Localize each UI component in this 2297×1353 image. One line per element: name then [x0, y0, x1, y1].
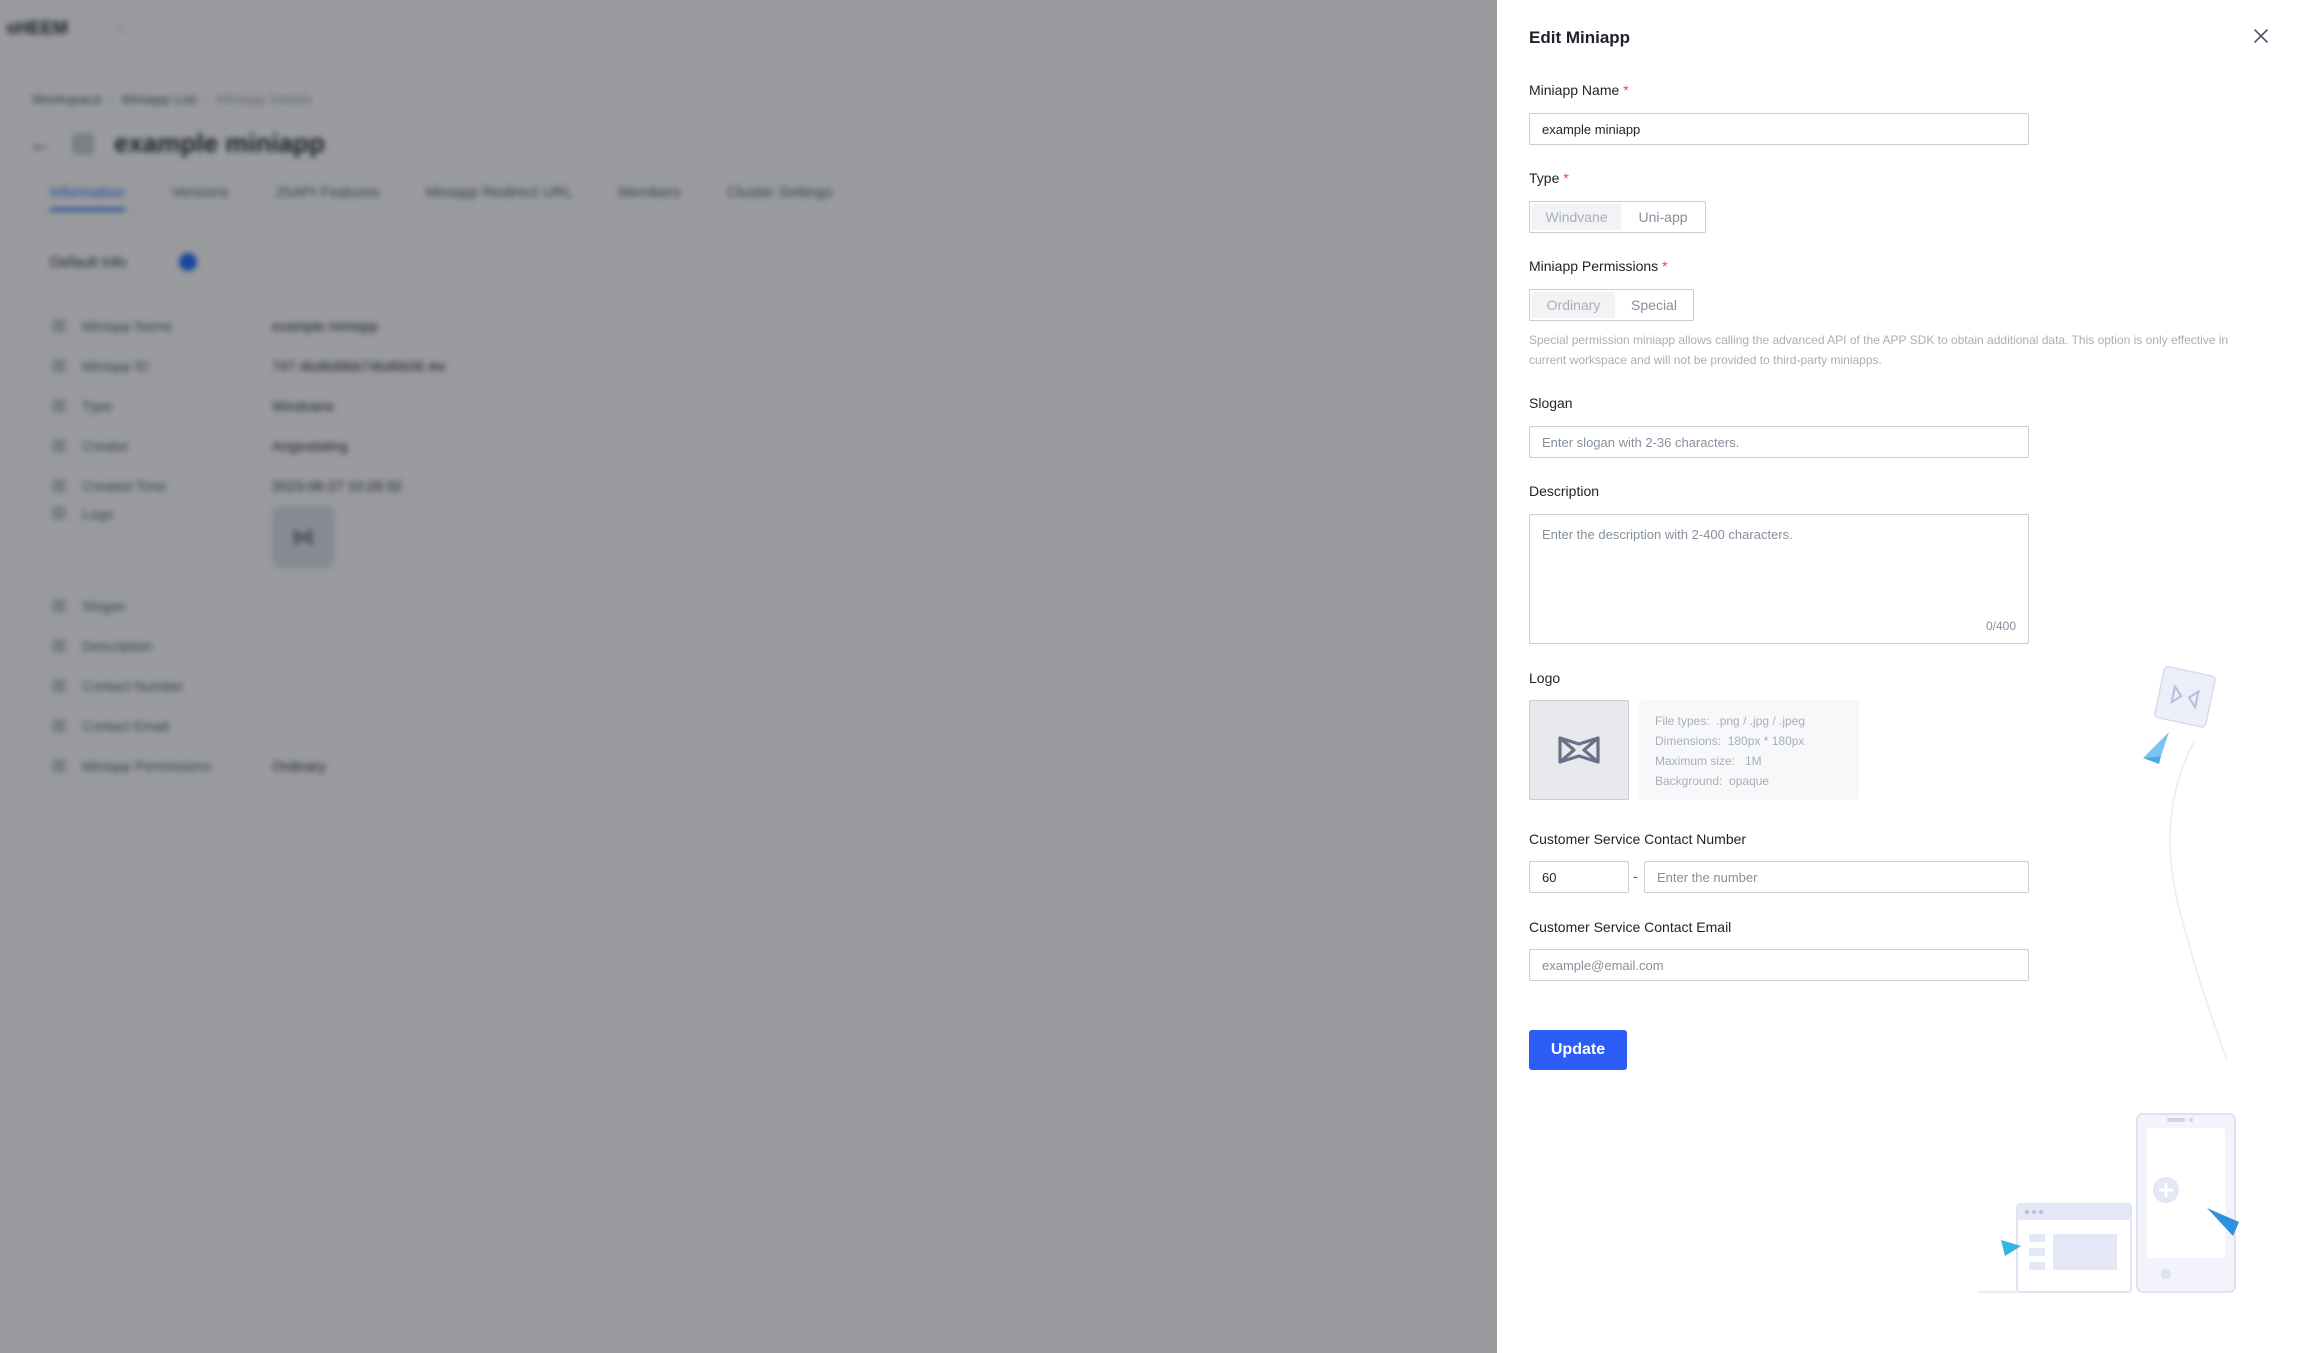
logo-requirements: File types: .png / .jpg / .jpeg Dimensio… [1639, 700, 1859, 800]
label-text: Miniapp Name [1529, 82, 1620, 98]
required-mark: * [1662, 258, 1668, 274]
paper-plane-illustration-icon [2143, 665, 2228, 1060]
required-mark: * [1623, 82, 1629, 98]
label-text: Miniapp Permissions [1529, 258, 1659, 274]
logo-tip: Dimensions: 180px * 180px [1655, 734, 1805, 748]
slogan-label: Slogan [1529, 395, 1573, 411]
edit-miniapp-drawer: Edit Miniapp Miniapp Name* Type* Windvan… [1497, 0, 2297, 1353]
logo-label: Logo [1529, 670, 1561, 686]
required-mark: * [1563, 170, 1569, 186]
type-option-windvane[interactable]: Windvane [1532, 204, 1621, 230]
permission-option-special[interactable]: Special [1617, 292, 1691, 318]
permissions-label: Miniapp Permissions * [1529, 258, 1668, 274]
miniapp-name-input[interactable] [1529, 113, 2029, 145]
permission-hint: Special permission miniapp allows callin… [1529, 333, 2229, 367]
miniapp-logo-icon [1558, 736, 1600, 764]
number-separator: - [1633, 868, 1638, 884]
type-option-uni-app[interactable]: Uni-app [1623, 204, 1703, 230]
logo-upload[interactable] [1529, 700, 1629, 800]
update-button[interactable]: Update [1529, 1030, 1627, 1070]
description-textarea[interactable] [1530, 515, 2028, 643]
country-code-input[interactable] [1529, 861, 1629, 893]
label-text: Type [1529, 170, 1560, 186]
permissions-radio-group: Ordinary Special [1529, 289, 1694, 321]
logo-tip: Maximum size: 1M [1655, 754, 1762, 768]
modal-overlay[interactable] [0, 0, 1497, 1353]
description-counter: 0/400 [1985, 619, 2016, 633]
description-field: 0/400 [1529, 514, 2029, 644]
contact-number-input[interactable] [1644, 861, 2029, 893]
description-label: Description [1529, 483, 1600, 499]
close-button[interactable] [2249, 24, 2273, 48]
close-icon [2254, 29, 2268, 43]
miniapp-name-label: Miniapp Name * [1529, 82, 1629, 98]
devices-illustration-icon [1977, 1113, 2239, 1294]
drawer-title: Edit Miniapp [1529, 28, 1631, 47]
logo-tip: File types: .png / .jpg / .jpeg [1655, 714, 1806, 728]
contact-email-label: Customer Service Contact Email [1529, 919, 1732, 935]
contact-email-input[interactable] [1529, 949, 2029, 981]
logo-tip: Background: opaque [1655, 774, 1770, 788]
contact-number-label: Customer Service Contact Number [1529, 831, 1747, 847]
permission-option-ordinary[interactable]: Ordinary [1532, 292, 1615, 318]
type-label: Type * [1529, 170, 1569, 186]
slogan-input[interactable] [1529, 426, 2029, 458]
type-radio-group: Windvane Uni-app [1529, 201, 1706, 233]
